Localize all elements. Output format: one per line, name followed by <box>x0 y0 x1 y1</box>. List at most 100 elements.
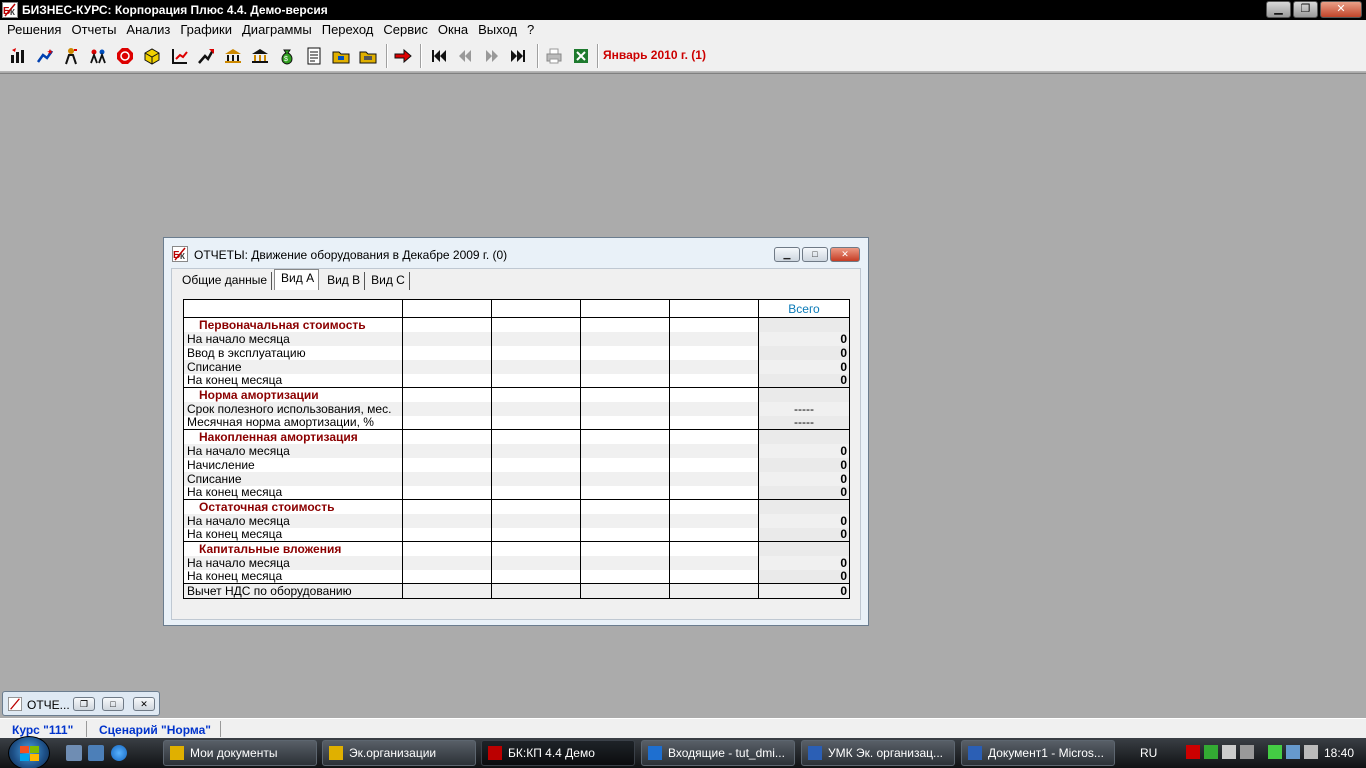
chart-up-icon[interactable] <box>170 46 190 66</box>
table-cell[interactable] <box>491 457 581 472</box>
table-cell[interactable] <box>491 527 581 542</box>
table-cell[interactable] <box>491 443 581 458</box>
print-icon[interactable] <box>544 46 564 66</box>
table-cell[interactable] <box>491 569 581 584</box>
money-bag-icon[interactable]: $ <box>277 46 297 66</box>
table-cell[interactable] <box>580 373 670 388</box>
team-icon[interactable] <box>88 46 108 66</box>
table-row-total[interactable]: ----- <box>758 401 850 416</box>
clock[interactable]: 18:40 <box>1324 746 1354 760</box>
table-row-total[interactable]: 0 <box>758 513 850 528</box>
table-cell[interactable] <box>580 457 670 472</box>
table-cell[interactable] <box>402 401 492 416</box>
report-minimize-button[interactable]: ▁ <box>774 247 800 262</box>
table-cell[interactable] <box>491 471 581 486</box>
table-cell[interactable] <box>580 359 670 374</box>
table-row-total[interactable]: 0 <box>758 331 850 346</box>
table-cell[interactable] <box>402 471 492 486</box>
report-maximize-button[interactable]: □ <box>802 247 828 262</box>
tab-general[interactable]: Общие данные <box>176 272 273 290</box>
printer-tray-icon[interactable] <box>1240 745 1254 759</box>
table-cell[interactable] <box>669 471 759 486</box>
document-icon[interactable] <box>304 46 324 66</box>
table-cell[interactable] <box>669 317 759 332</box>
table-cell[interactable] <box>580 331 670 346</box>
menu-service[interactable]: Сервис <box>378 20 433 40</box>
battery-tray-icon[interactable] <box>1268 745 1282 759</box>
tab-view-c[interactable]: Вид С <box>365 272 410 290</box>
switch-windows-icon[interactable] <box>88 745 104 761</box>
antivirus-tray-icon[interactable] <box>1186 745 1200 759</box>
report-titlebar[interactable]: БК ОТЧЕТЫ: Движение оборудования в Декаб… <box>164 238 868 268</box>
decisions-icon[interactable] <box>8 46 28 66</box>
table-cell[interactable] <box>580 485 670 500</box>
table-cell[interactable] <box>402 583 492 599</box>
table-cell[interactable] <box>580 583 670 599</box>
table-cell[interactable] <box>669 387 759 402</box>
close-button[interactable]: ✕ <box>1320 1 1362 18</box>
section-header-total[interactable] <box>758 429 850 444</box>
table-cell[interactable] <box>669 457 759 472</box>
table-cell[interactable] <box>402 429 492 444</box>
restore-button[interactable]: ❐ <box>1293 1 1318 18</box>
folder-icon[interactable] <box>331 46 351 66</box>
menu-diagrams[interactable]: Диаграммы <box>237 20 317 40</box>
download-tray-icon[interactable] <box>1204 745 1218 759</box>
minimized-close-button[interactable]: ✕ <box>133 697 155 711</box>
table-cell[interactable] <box>491 373 581 388</box>
table-cell[interactable] <box>402 527 492 542</box>
language-indicator[interactable]: RU <box>1140 746 1157 760</box>
taskbar-button[interactable]: УМК Эк. организац... <box>801 740 955 766</box>
table-cell[interactable] <box>491 583 581 599</box>
taskbar-button[interactable]: БК:КП 4.4 Демо <box>481 740 635 766</box>
excel-icon[interactable] <box>571 46 591 66</box>
section-header-total[interactable] <box>758 499 850 514</box>
table-cell[interactable] <box>491 555 581 570</box>
table-row-total[interactable]: 0 <box>758 373 850 388</box>
printer-folder-icon[interactable] <box>358 46 378 66</box>
table-row-total[interactable]: 0 <box>758 485 850 500</box>
trend-icon[interactable] <box>196 46 216 66</box>
people-icon[interactable] <box>61 46 81 66</box>
table-cell[interactable] <box>669 499 759 514</box>
table-cell[interactable] <box>491 387 581 402</box>
table-cell[interactable] <box>491 485 581 500</box>
star-chart-icon[interactable] <box>35 46 55 66</box>
minimized-maximize-button[interactable]: □ <box>102 697 124 711</box>
volume-tray-icon[interactable] <box>1304 745 1318 759</box>
tab-view-b[interactable]: Вид В <box>321 272 366 290</box>
menu-analysis[interactable]: Анализ <box>121 20 175 40</box>
table-cell[interactable] <box>580 471 670 486</box>
table-cell[interactable] <box>669 583 759 599</box>
menu-help[interactable]: ? <box>522 20 539 40</box>
section-header-total[interactable] <box>758 541 850 556</box>
table-cell[interactable] <box>491 541 581 556</box>
table-cell[interactable] <box>580 401 670 416</box>
box-icon[interactable] <box>142 46 162 66</box>
table-row-total[interactable]: 0 <box>758 345 850 360</box>
table-cell[interactable] <box>491 331 581 346</box>
network-tray-icon[interactable] <box>1286 745 1300 759</box>
table-cell[interactable] <box>491 345 581 360</box>
menu-reports[interactable]: Отчеты <box>66 20 121 40</box>
table-cell[interactable] <box>580 569 670 584</box>
table-cell[interactable] <box>491 317 581 332</box>
table-cell[interactable] <box>402 373 492 388</box>
table-cell[interactable] <box>669 485 759 500</box>
first-icon[interactable] <box>428 46 448 66</box>
table-cell[interactable] <box>402 485 492 500</box>
menu-graphs[interactable]: Графики <box>175 20 237 40</box>
prev-icon[interactable] <box>455 46 475 66</box>
table-cell[interactable] <box>580 499 670 514</box>
table-cell[interactable] <box>669 401 759 416</box>
table-cell[interactable] <box>402 345 492 360</box>
minimized-report-window[interactable]: ОТЧЕ... ❐ □ ✕ <box>2 691 160 716</box>
table-cell[interactable] <box>669 429 759 444</box>
table-cell[interactable] <box>402 415 492 430</box>
minimize-button[interactable]: ▁ <box>1266 1 1291 18</box>
table-cell[interactable] <box>669 373 759 388</box>
menu-decisions[interactable]: Решения <box>2 20 66 40</box>
stop-sign-icon[interactable] <box>115 46 135 66</box>
internet-explorer-icon[interactable] <box>111 745 127 761</box>
table-cell[interactable] <box>402 499 492 514</box>
